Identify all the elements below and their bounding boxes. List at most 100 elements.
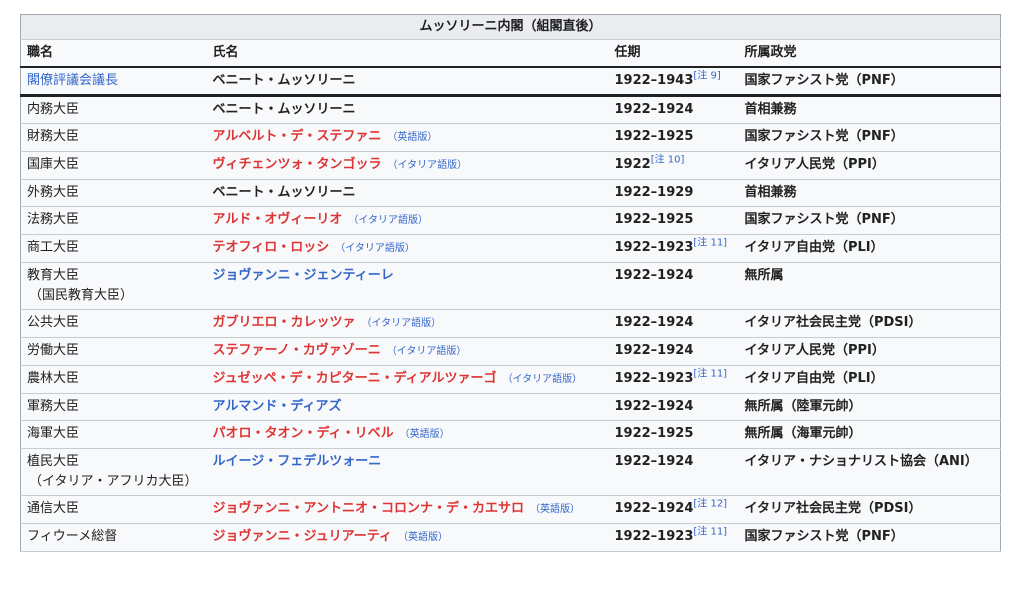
term-value: 1922–1924	[614, 315, 694, 330]
person-link[interactable]: ルイージ・フェデルツォーニ	[213, 454, 382, 469]
office-cell: 法務大臣	[20, 206, 207, 235]
person-link[interactable]: テオフィロ・ロッシ	[213, 240, 330, 255]
office-cell: 内務大臣	[20, 95, 207, 124]
term-value: 1922–1925	[614, 212, 694, 227]
party-label: 国家ファシスト党（PNF）	[744, 529, 904, 544]
party-cell: イタリア自由党（PLI）	[738, 365, 1001, 394]
table-row: フィウーメ総督 ジョヴァンニ・ジュリアーティ （英語版） 1922–1923[注 11…	[20, 523, 1001, 552]
table-row: 教育大臣 （国民教育大臣） ジョヴァンニ・ジェンティーレ 1922–1924 無所属	[20, 262, 1001, 310]
language-version-link[interactable]: （イタリア語版）	[388, 160, 468, 171]
party-label: 無所属（陸軍元帥）	[744, 399, 862, 414]
party-label: 国家ファシスト党（PNF）	[744, 73, 904, 88]
office-cell: 植民大臣 （イタリア・アフリカ大臣）	[20, 448, 207, 496]
footnote-link[interactable]: [注 10]	[651, 155, 685, 166]
party-cell: イタリア自由党（PLI）	[738, 234, 1001, 263]
person-link[interactable]: アルマンド・ディアズ	[213, 399, 342, 414]
party-cell: 無所属（陸軍元帥）	[738, 393, 1001, 421]
language-version-link[interactable]: （イタリア語版）	[503, 374, 583, 385]
term-cell: 1922–1923[注 11]	[608, 523, 739, 552]
person-link[interactable]: ジョヴァンニ・アントニオ・コロンナ・デ・カエサロ	[213, 501, 524, 516]
table-row: 公共大臣 ガブリエロ・カレッツァ （イタリア語版） 1922–1924 イタリア社会民主…	[20, 309, 1001, 338]
footnote-link[interactable]: [注 9]	[693, 71, 720, 82]
term-cell: 1922–1924	[608, 337, 739, 366]
language-version-link[interactable]: （英語版）	[398, 532, 448, 543]
party-cell: 首相兼務	[738, 95, 1001, 124]
table-row: 軍務大臣 アルマンド・ディアズ 1922–1924 無所属（陸軍元帥）	[20, 393, 1001, 421]
person-link[interactable]: アルベルト・デ・ステファニ	[213, 129, 382, 144]
office-cell: 教育大臣 （国民教育大臣）	[20, 262, 207, 310]
person-link[interactable]: ジョヴァンニ・ジェンティーレ	[213, 268, 394, 283]
name-cell: ベニート・ムッソリーニ	[206, 67, 609, 97]
language-version-link[interactable]: （英語版）	[387, 132, 437, 143]
name-cell: ベニート・ムッソリーニ	[206, 95, 609, 124]
party-label: イタリア社会民主党（PDSI）	[744, 315, 922, 330]
person-link[interactable]: ステファーノ・カヴァゾーニ	[213, 343, 381, 358]
language-version-link[interactable]: （英語版）	[400, 429, 450, 440]
language-version-link[interactable]: （イタリア語版）	[335, 243, 415, 254]
term-value: 1922–1924	[614, 102, 694, 117]
party-label: 無所属	[744, 268, 784, 283]
office-label: 財務大臣	[27, 129, 80, 144]
footnote-link[interactable]: [注 12]	[693, 499, 727, 510]
table-row: 通信大臣 ジョヴァンニ・アントニオ・コロンナ・デ・カエサロ （英語版） 1922–19…	[20, 495, 1001, 524]
footnote-link[interactable]: [注 11]	[693, 238, 727, 249]
office-label: 通信大臣	[27, 501, 80, 516]
term-value: 1922–1923	[614, 529, 694, 544]
language-version-link[interactable]: （英語版）	[530, 504, 580, 515]
term-cell: 1922–1925	[608, 123, 739, 152]
name-cell: ベニート・ムッソリーニ	[206, 179, 609, 207]
footnote-link[interactable]: [注 11]	[693, 369, 727, 380]
person-link[interactable]: ヴィチェンツォ・タンゴッラ	[213, 157, 382, 172]
party-cell: 国家ファシスト党（PNF）	[738, 206, 1001, 235]
office-subtitle: （国民教育大臣）	[29, 288, 134, 303]
language-version-link[interactable]: （イタリア語版）	[362, 318, 442, 329]
header-name: 氏名	[206, 39, 609, 68]
person-link[interactable]: ジョヴァンニ・ジュリアーティ	[213, 529, 393, 544]
term-cell: 1922–1924	[608, 448, 739, 496]
office-cell: 国庫大臣	[20, 151, 207, 180]
name-cell: ヴィチェンツォ・タンゴッラ （イタリア語版）	[206, 151, 609, 180]
office-cell: 通信大臣	[20, 495, 207, 524]
term-cell: 1922–1929	[608, 179, 739, 207]
footnote-link[interactable]: [注 11]	[693, 527, 727, 538]
person-link[interactable]: ジュゼッペ・デ・カピターニ・ディアルツァーゴ	[213, 371, 497, 386]
name-cell: ガブリエロ・カレッツァ （イタリア語版）	[206, 309, 609, 338]
party-cell: イタリア・ナショナリスト協会（ANI）	[738, 448, 1001, 496]
name-cell: ステファーノ・カヴァゾーニ （イタリア語版）	[206, 337, 609, 366]
party-label: イタリア人民党（PPI）	[744, 343, 885, 358]
term-cell: 1922–1924	[608, 393, 739, 421]
table-row: 商工大臣 テオフィロ・ロッシ （イタリア語版） 1922–1923[注 11] イタリア…	[20, 234, 1001, 263]
name-cell: アルマンド・ディアズ	[206, 393, 609, 421]
term-value: 1922–1929	[614, 185, 694, 200]
person-link[interactable]: ガブリエロ・カレッツァ	[213, 315, 356, 330]
office-label: 海軍大臣	[27, 426, 80, 441]
term-cell: 1922–1923[注 11]	[608, 234, 739, 263]
name-cell: ルイージ・フェデルツォーニ	[206, 448, 609, 496]
person-name: ベニート・ムッソリーニ	[212, 73, 356, 88]
person-link[interactable]: パオロ・タオン・ディ・リベル	[213, 426, 394, 441]
header-term: 任期	[608, 39, 739, 68]
office-cell: フィウーメ総督	[20, 523, 207, 552]
office-subtitle: （イタリア・アフリカ大臣）	[29, 474, 198, 489]
term-value: 1922–1923	[614, 371, 694, 386]
person-name: ベニート・ムッソリーニ	[212, 185, 356, 200]
party-label: イタリア人民党（PPI）	[744, 157, 885, 172]
term-value: 1922–1924	[614, 399, 694, 414]
office-cell: 商工大臣	[20, 234, 207, 263]
term-value: 1922–1925	[614, 129, 694, 144]
name-cell: ジュゼッペ・デ・カピターニ・ディアルツァーゴ （イタリア語版）	[206, 365, 609, 394]
party-cell: 国家ファシスト党（PNF）	[738, 523, 1001, 552]
table-row: 閣僚評議会議長 ベニート・ムッソリーニ 1922–1943[注 9] 国家ファシスト党…	[20, 67, 1001, 97]
person-link[interactable]: アルド・オヴィーリオ	[213, 212, 343, 227]
table-row: 内務大臣 ベニート・ムッソリーニ 1922–1924 首相兼務	[20, 95, 1001, 124]
term-cell: 1922–1925	[608, 420, 739, 449]
name-cell: ジョヴァンニ・ジュリアーティ （英語版）	[206, 523, 609, 552]
party-cell: イタリア人民党（PPI）	[738, 151, 1001, 180]
language-version-link[interactable]: （イタリア語版）	[387, 346, 467, 357]
office-label: 植民大臣	[27, 454, 80, 469]
term-value: 1922–1924	[614, 268, 694, 283]
office-link[interactable]: 閣僚評議会議長	[27, 73, 118, 88]
language-version-link[interactable]: （イタリア語版）	[348, 215, 428, 226]
office-cell: 労働大臣	[20, 337, 207, 366]
party-cell: イタリア人民党（PPI）	[738, 337, 1001, 366]
